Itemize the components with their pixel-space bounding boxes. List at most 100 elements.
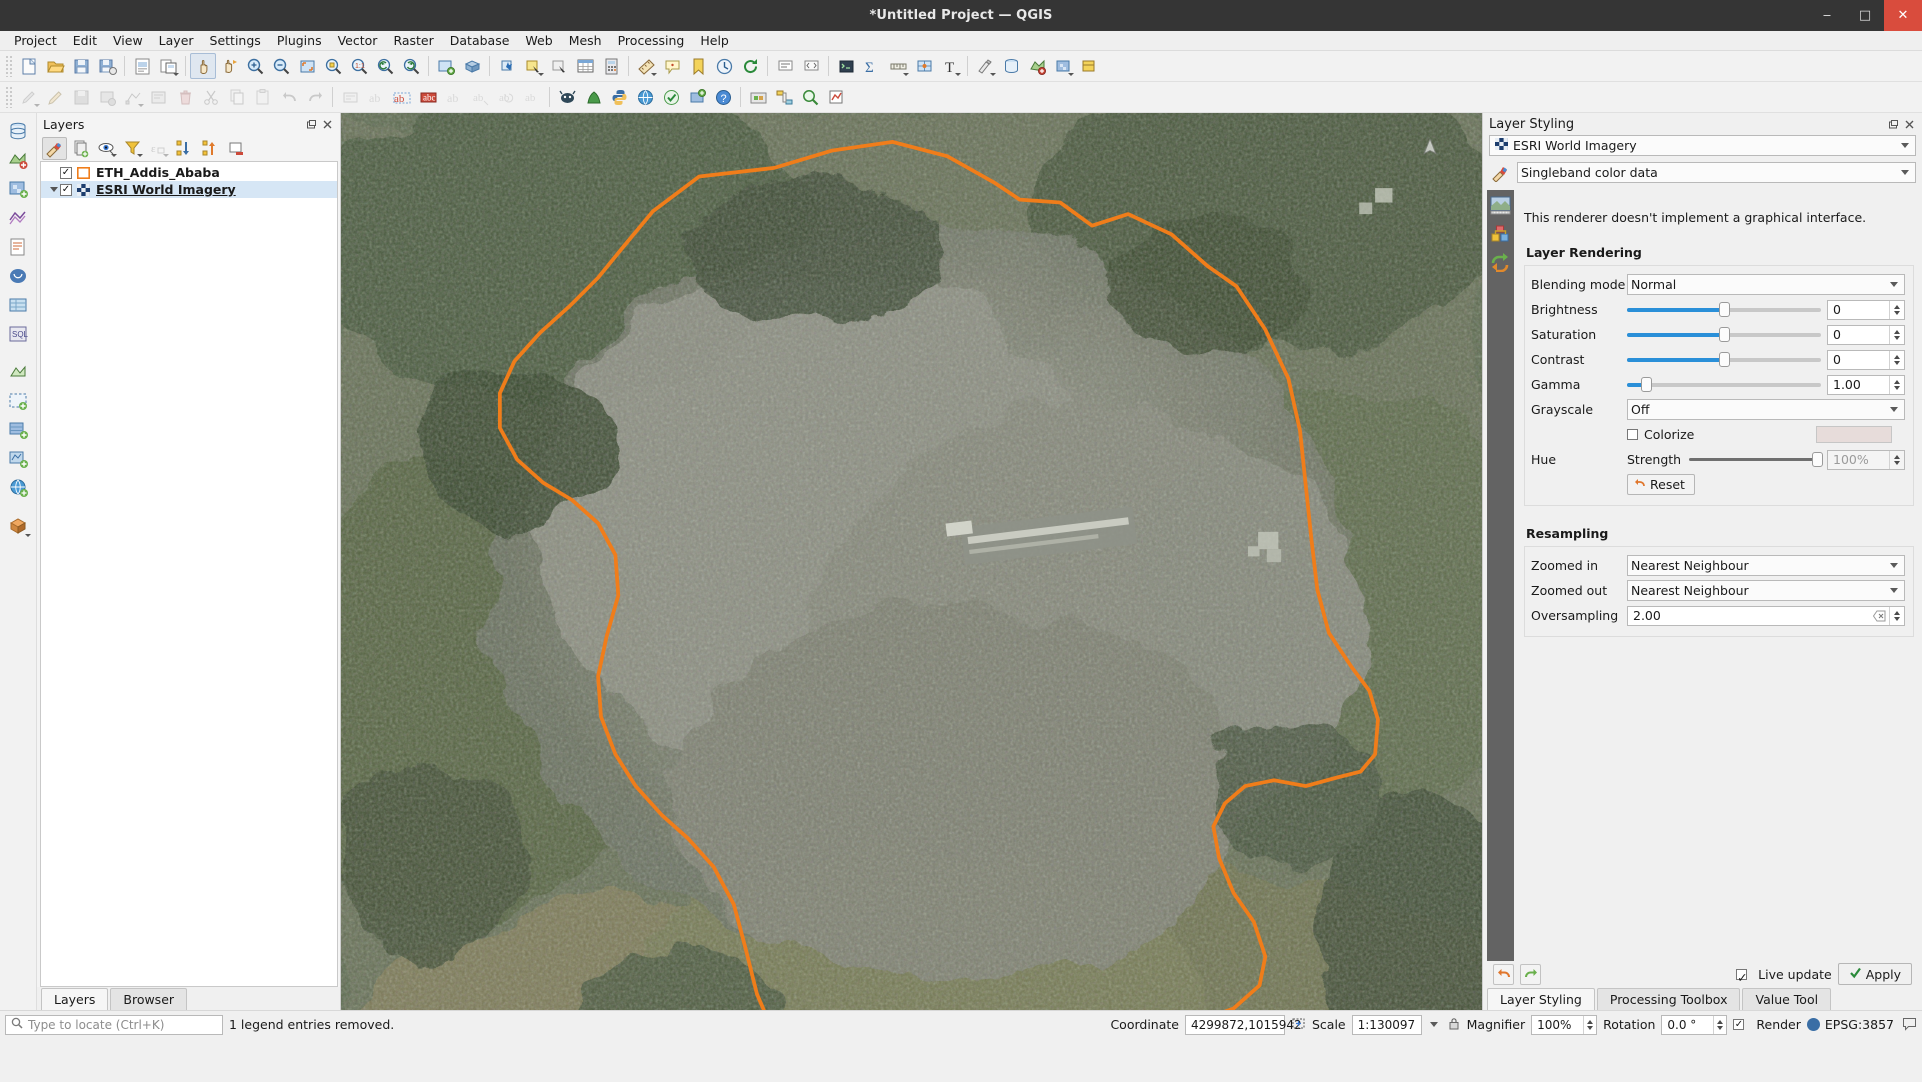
zoom-to-layer-icon[interactable]: 1:1 — [346, 53, 372, 79]
add-wms-layer-icon[interactable] — [684, 84, 710, 110]
vertex-tool-icon[interactable] — [120, 84, 146, 110]
filter-legend-icon[interactable] — [120, 137, 145, 160]
contrast-spinbox[interactable]: 0 — [1827, 349, 1905, 370]
add-virtual-layer-icon[interactable] — [4, 387, 32, 414]
gamma-slider[interactable] — [1627, 376, 1821, 394]
gamma-spinbox[interactable]: 1.00 — [1827, 374, 1905, 395]
undo-edit-icon[interactable] — [276, 84, 302, 110]
layer-selector-combo[interactable]: ESRI World Imagery — [1489, 135, 1916, 156]
renderer-type-combo[interactable]: Singleband color data — [1517, 162, 1916, 183]
tab-value-tool[interactable]: Value Tool — [1742, 988, 1832, 1010]
menu-project[interactable]: Project — [6, 32, 65, 49]
menu-web[interactable]: Web — [517, 32, 560, 49]
live-update-checkbox[interactable]: ✓ — [1736, 968, 1748, 985]
close-panel-icon[interactable] — [321, 118, 334, 131]
contrast-slider[interactable] — [1627, 351, 1821, 369]
menu-database[interactable]: Database — [442, 32, 518, 49]
change-label-icon[interactable]: ab — [519, 84, 545, 110]
chevron-down-icon[interactable] — [1887, 563, 1901, 568]
highlight-pinned-labels-icon[interactable]: ab — [389, 84, 415, 110]
move-label-icon[interactable]: ab — [467, 84, 493, 110]
zoomed-in-combo[interactable]: Nearest Neighbour — [1627, 555, 1905, 576]
transparency-tab-icon[interactable] — [1489, 222, 1512, 245]
deselect-features-icon[interactable] — [546, 53, 572, 79]
processing-toolbox-icon[interactable] — [745, 84, 771, 110]
openlayers-plugin-icon[interactable] — [632, 84, 658, 110]
messages-icon[interactable] — [1902, 1016, 1917, 1034]
rotate-label-icon[interactable]: ab — [493, 84, 519, 110]
tab-layer-styling[interactable]: Layer Styling — [1487, 988, 1595, 1010]
redo-icon[interactable] — [1520, 963, 1541, 985]
pin-labels-icon[interactable]: abc — [415, 84, 441, 110]
undock-panel-icon[interactable] — [305, 118, 318, 131]
save-project-icon[interactable] — [68, 53, 94, 79]
layer-item-2[interactable]: ✓ ESRI World Imagery — [41, 181, 337, 198]
add-feature-icon[interactable] — [94, 84, 120, 110]
modify-attributes-icon[interactable] — [146, 84, 172, 110]
undo-icon[interactable] — [1493, 963, 1514, 985]
zoomed-out-combo[interactable]: Nearest Neighbour — [1627, 580, 1905, 601]
histogram-tab-icon[interactable] — [1489, 250, 1512, 273]
text-tool-icon[interactable]: T — [937, 53, 963, 79]
measure-line-icon[interactable] — [633, 53, 659, 79]
clear-icon[interactable] — [1872, 610, 1886, 625]
zoom-next-icon[interactable] — [398, 53, 424, 79]
magnifier-field[interactable]: 100% — [1531, 1014, 1598, 1035]
brightness-slider[interactable] — [1627, 301, 1821, 319]
saturation-stepper[interactable] — [1889, 325, 1904, 344]
label-toolbar-icon[interactable] — [337, 84, 363, 110]
value-tool-icon[interactable] — [823, 84, 849, 110]
reset-button[interactable]: Reset — [1627, 474, 1695, 495]
new-print-layout-icon[interactable] — [129, 53, 155, 79]
add-raster-layer-icon[interactable] — [4, 175, 32, 202]
open-project-icon[interactable] — [42, 53, 68, 79]
redo-edit-icon[interactable] — [302, 84, 328, 110]
add-spatialite-layer-icon[interactable] — [4, 291, 32, 318]
toggle-editing-icon[interactable] — [42, 84, 68, 110]
show-bookmarks-icon[interactable] — [711, 53, 737, 79]
text-annotation-icon[interactable] — [772, 53, 798, 79]
saturation-slider[interactable] — [1627, 326, 1821, 344]
new-geopackage-layer-icon[interactable] — [4, 358, 32, 385]
add-wfs-layer-icon[interactable] — [4, 416, 32, 443]
maximize-button[interactable]: □ — [1846, 0, 1884, 31]
map-tips-icon[interactable] — [659, 53, 685, 79]
menu-layer[interactable]: Layer — [151, 32, 202, 49]
menu-help[interactable]: Help — [692, 32, 737, 49]
gdal-tools-icon[interactable] — [554, 84, 580, 110]
menu-vector[interactable]: Vector — [330, 32, 386, 49]
add-mesh-layer-icon[interactable] — [4, 204, 32, 231]
brightness-stepper[interactable] — [1889, 300, 1904, 319]
expand-all-icon[interactable] — [172, 137, 197, 160]
paste-features-icon[interactable] — [250, 84, 276, 110]
layer-labeling-icon[interactable]: ab — [363, 84, 389, 110]
layer-list[interactable]: ✓ ETH_Addis_Ababa ✓ ESRI World Imagery — [40, 161, 338, 987]
new-project-icon[interactable] — [16, 53, 42, 79]
add-wcs-layer-icon[interactable] — [4, 445, 32, 472]
current-edits-icon[interactable] — [16, 84, 42, 110]
close-panel-icon[interactable] — [1903, 118, 1916, 131]
python-console-icon[interactable] — [833, 53, 859, 79]
zoom-full-icon[interactable] — [294, 53, 320, 79]
chevron-down-icon[interactable] — [1887, 407, 1901, 412]
add-delimited-text-layer-icon[interactable] — [4, 233, 32, 260]
chevron-down-icon[interactable] — [1898, 170, 1912, 175]
undock-panel-icon[interactable] — [1887, 118, 1900, 131]
save-layer-edits-icon[interactable] — [68, 84, 94, 110]
tab-browser[interactable]: Browser — [110, 988, 188, 1010]
show-hide-labels-icon[interactable]: ab — [441, 84, 467, 110]
close-button[interactable]: ✕ — [1884, 0, 1922, 31]
symbology-tab-icon[interactable] — [1489, 194, 1512, 217]
copy-features-icon[interactable] — [224, 84, 250, 110]
menu-mesh[interactable]: Mesh — [561, 32, 610, 49]
add-vector-layer-icon[interactable] — [1024, 53, 1050, 79]
toolbar-drag-handle[interactable] — [5, 55, 13, 77]
contrast-stepper[interactable] — [1889, 350, 1904, 369]
add-mssql-layer-icon[interactable]: SQL — [4, 320, 32, 347]
gamma-stepper[interactable] — [1889, 375, 1904, 394]
python-plugin-icon[interactable] — [606, 84, 632, 110]
add-raster-layer-icon[interactable] — [1050, 53, 1076, 79]
minimize-button[interactable]: ‒ — [1808, 0, 1846, 31]
manage-map-themes-icon[interactable] — [94, 137, 119, 160]
help-icon[interactable]: ? — [710, 84, 736, 110]
